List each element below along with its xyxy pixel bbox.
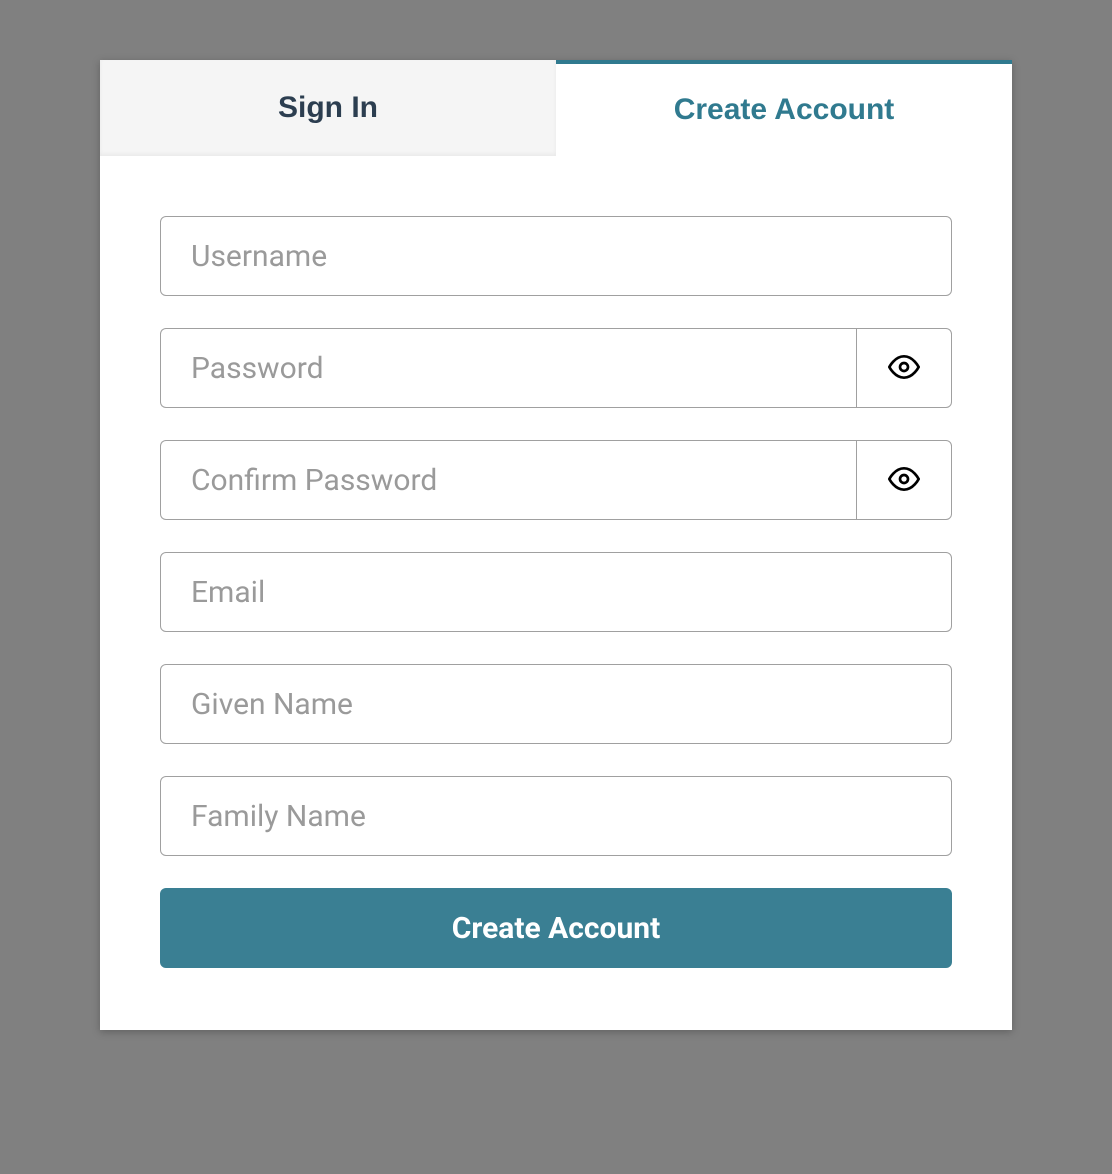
toggle-confirm-password-visibility-button[interactable] xyxy=(856,440,952,520)
create-account-submit-button[interactable]: Create Account xyxy=(160,888,952,968)
tab-create-account[interactable]: Create Account xyxy=(556,60,1012,156)
create-account-form: Create Account xyxy=(100,156,1012,1030)
given-name-field-wrapper xyxy=(160,664,952,744)
family-name-field-wrapper xyxy=(160,776,952,856)
tab-sign-in[interactable]: Sign In xyxy=(100,60,556,156)
given-name-input[interactable] xyxy=(160,664,952,744)
toggle-password-visibility-button[interactable] xyxy=(856,328,952,408)
family-name-input[interactable] xyxy=(160,776,952,856)
email-input[interactable] xyxy=(160,552,952,632)
email-field-wrapper xyxy=(160,552,952,632)
password-field-wrapper xyxy=(160,328,952,408)
auth-card: Sign In Create Account xyxy=(100,60,1012,1030)
tab-bar: Sign In Create Account xyxy=(100,60,1012,156)
username-field-wrapper xyxy=(160,216,952,296)
username-input[interactable] xyxy=(160,216,952,296)
eye-icon xyxy=(888,351,920,386)
password-input[interactable] xyxy=(160,328,856,408)
eye-icon xyxy=(888,463,920,498)
confirm-password-input[interactable] xyxy=(160,440,856,520)
confirm-password-field-wrapper xyxy=(160,440,952,520)
